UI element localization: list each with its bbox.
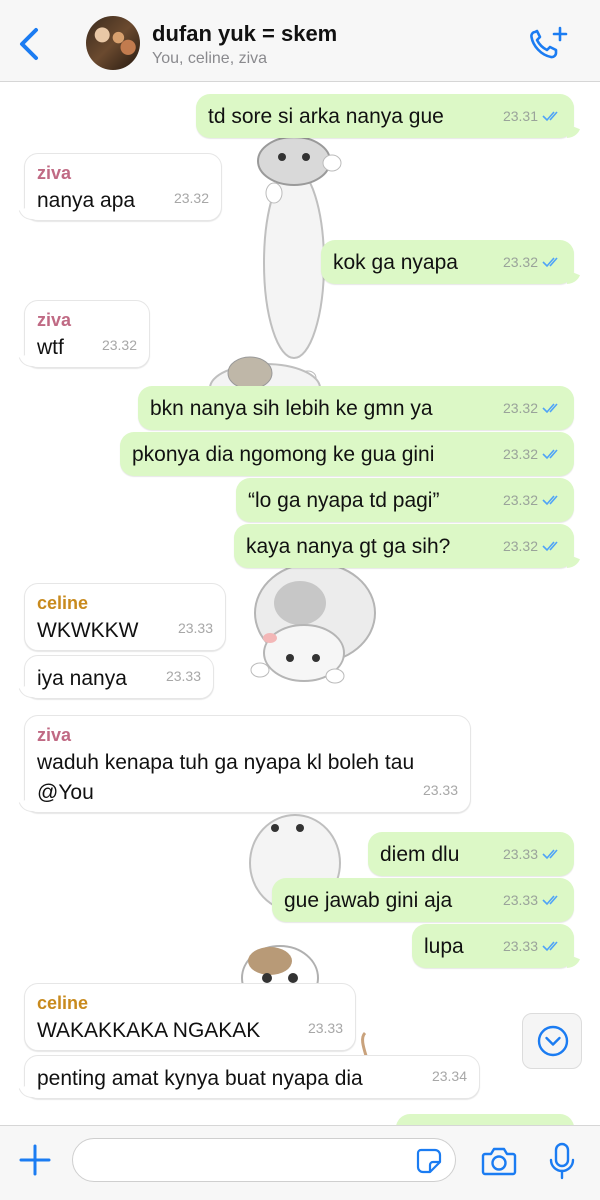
double-check-read-icon bbox=[542, 895, 558, 906]
double-check-read-icon bbox=[542, 941, 558, 952]
outgoing-message[interactable]: gue jawab gini aja 23.33 bbox=[272, 878, 574, 922]
outgoing-message[interactable]: bkn nanya sih lebih ke gmn ya 23.32 bbox=[138, 386, 574, 430]
message-time: 23.33 bbox=[422, 782, 458, 798]
message-input-bar bbox=[0, 1125, 600, 1200]
scroll-to-bottom-button[interactable] bbox=[522, 1013, 582, 1069]
sender-name[interactable]: celine bbox=[37, 592, 213, 614]
incoming-message[interactable]: penting amat kynya buat nyapa dia 23.34 bbox=[24, 1055, 480, 1099]
message-text: nanya apa bbox=[37, 189, 136, 212]
chat-members[interactable]: You, celine, ziva bbox=[152, 50, 267, 68]
double-check-read-icon bbox=[542, 495, 558, 506]
message-text: kaya nanya gt ga sih? bbox=[246, 535, 451, 558]
message-meta: 23.33 bbox=[423, 775, 458, 805]
cat-wallpaper-illustration bbox=[250, 562, 376, 684]
message-text: kok ga nyapa bbox=[333, 251, 458, 274]
double-check-read-icon bbox=[542, 541, 558, 552]
outgoing-message[interactable]: kok ga nyapa 23.32 bbox=[321, 240, 574, 284]
microphone-icon[interactable] bbox=[549, 1142, 575, 1180]
message-time: 23.32 bbox=[502, 492, 538, 508]
message-text: WKWKKW bbox=[37, 619, 139, 642]
message-text: iya nanya bbox=[37, 667, 127, 690]
sticker-icon[interactable] bbox=[416, 1148, 442, 1174]
sender-name[interactable]: ziva bbox=[37, 309, 137, 331]
plus-icon[interactable] bbox=[18, 1143, 52, 1177]
chat-title[interactable]: dufan yuk = skem bbox=[152, 21, 337, 47]
message-text: lupa bbox=[424, 935, 464, 958]
message-text: pkonya dia ngomong ke gua gini bbox=[132, 443, 435, 466]
outgoing-message[interactable]: kaya nanya gt ga sih? 23.32 bbox=[234, 524, 574, 568]
outgoing-message[interactable]: pkonya dia ngomong ke gua gini 23.32 bbox=[120, 432, 574, 476]
message-text: td sore si arka nanya gue bbox=[208, 105, 444, 128]
phone-plus-icon[interactable] bbox=[526, 24, 570, 64]
outgoing-message[interactable]: “lo ga nyapa td pagi” 23.32 bbox=[236, 478, 574, 522]
double-check-read-icon bbox=[542, 849, 558, 860]
mention-you[interactable]: @You bbox=[37, 778, 458, 808]
chevron-down-circle-icon bbox=[537, 1025, 569, 1057]
message-meta: 23.33 bbox=[166, 661, 201, 691]
message-time: 23.33 bbox=[165, 668, 201, 684]
outgoing-message[interactable]: diem dlu 23.33 bbox=[368, 832, 574, 876]
message-meta: 23.32 bbox=[503, 439, 562, 469]
incoming-message[interactable]: iya nanya 23.33 bbox=[24, 655, 214, 699]
double-check-read-icon bbox=[542, 257, 558, 268]
message-time: 23.32 bbox=[173, 190, 209, 206]
incoming-message[interactable]: celine WKWKKW 23.33 bbox=[24, 583, 226, 651]
message-text: waduh kenapa tuh ga nyapa kl boleh tau bbox=[37, 751, 415, 774]
incoming-message[interactable]: celine WAKAKKAKA NGAKAK 23.33 bbox=[24, 983, 356, 1051]
message-time: 23.33 bbox=[502, 892, 538, 908]
message-time: 23.32 bbox=[101, 337, 137, 353]
message-text: penting amat kynya buat nyapa dia bbox=[37, 1067, 363, 1090]
message-text: diem dlu bbox=[380, 843, 460, 866]
message-text: “lo ga nyapa td pagi” bbox=[248, 489, 440, 512]
message-time: 23.33 bbox=[307, 1020, 343, 1036]
message-meta: 23.33 bbox=[503, 931, 562, 961]
incoming-message[interactable]: ziva waduh kenapa tuh ga nyapa kl boleh … bbox=[24, 715, 471, 813]
message-text: WAKAKKAKA NGAKAK bbox=[37, 1019, 261, 1042]
outgoing-message-partial[interactable] bbox=[396, 1114, 574, 1125]
message-time: 23.33 bbox=[177, 620, 213, 636]
outgoing-message[interactable]: td sore si arka nanya gue 23.31 bbox=[196, 94, 574, 138]
message-meta: 23.32 bbox=[102, 330, 137, 360]
message-meta: 23.31 bbox=[503, 101, 562, 131]
message-meta: 23.32 bbox=[503, 247, 562, 277]
message-meta: 23.32 bbox=[503, 485, 562, 515]
message-meta: 23.33 bbox=[503, 839, 562, 869]
message-meta: 23.34 bbox=[432, 1061, 467, 1091]
message-meta: 23.33 bbox=[308, 1013, 343, 1043]
message-time: 23.34 bbox=[431, 1068, 467, 1084]
message-time: 23.32 bbox=[502, 446, 538, 462]
message-time: 23.32 bbox=[502, 538, 538, 554]
chat-area[interactable]: td sore si arka nanya gue 23.31 ziva nan… bbox=[0, 83, 600, 1125]
chevron-left-icon[interactable] bbox=[14, 24, 46, 64]
message-time: 23.31 bbox=[502, 108, 538, 124]
outgoing-message[interactable]: lupa 23.33 bbox=[412, 924, 574, 968]
message-meta: 23.33 bbox=[178, 613, 213, 643]
incoming-message[interactable]: ziva nanya apa 23.32 bbox=[24, 153, 222, 221]
message-time: 23.32 bbox=[502, 254, 538, 270]
message-meta: 23.32 bbox=[503, 531, 562, 561]
message-input[interactable] bbox=[72, 1138, 456, 1182]
camera-icon[interactable] bbox=[481, 1145, 517, 1177]
chat-header: dufan yuk = skem You, celine, ziva bbox=[0, 0, 600, 82]
double-check-read-icon bbox=[542, 403, 558, 414]
message-text: wtf bbox=[37, 336, 64, 359]
message-text: gue jawab gini aja bbox=[284, 889, 453, 912]
message-time: 23.32 bbox=[502, 400, 538, 416]
message-meta: 23.32 bbox=[174, 183, 209, 213]
sender-name[interactable]: ziva bbox=[37, 162, 209, 184]
sender-name[interactable]: ziva bbox=[37, 724, 458, 746]
message-meta: 23.32 bbox=[503, 393, 562, 423]
message-text: bkn nanya sih lebih ke gmn ya bbox=[150, 397, 433, 420]
message-time: 23.33 bbox=[502, 938, 538, 954]
double-check-read-icon bbox=[542, 111, 558, 122]
message-time: 23.33 bbox=[502, 846, 538, 862]
group-avatar[interactable] bbox=[86, 16, 140, 70]
message-meta: 23.33 bbox=[503, 885, 562, 915]
sender-name[interactable]: celine bbox=[37, 992, 343, 1014]
incoming-message[interactable]: ziva wtf 23.32 bbox=[24, 300, 150, 368]
double-check-read-icon bbox=[542, 449, 558, 460]
